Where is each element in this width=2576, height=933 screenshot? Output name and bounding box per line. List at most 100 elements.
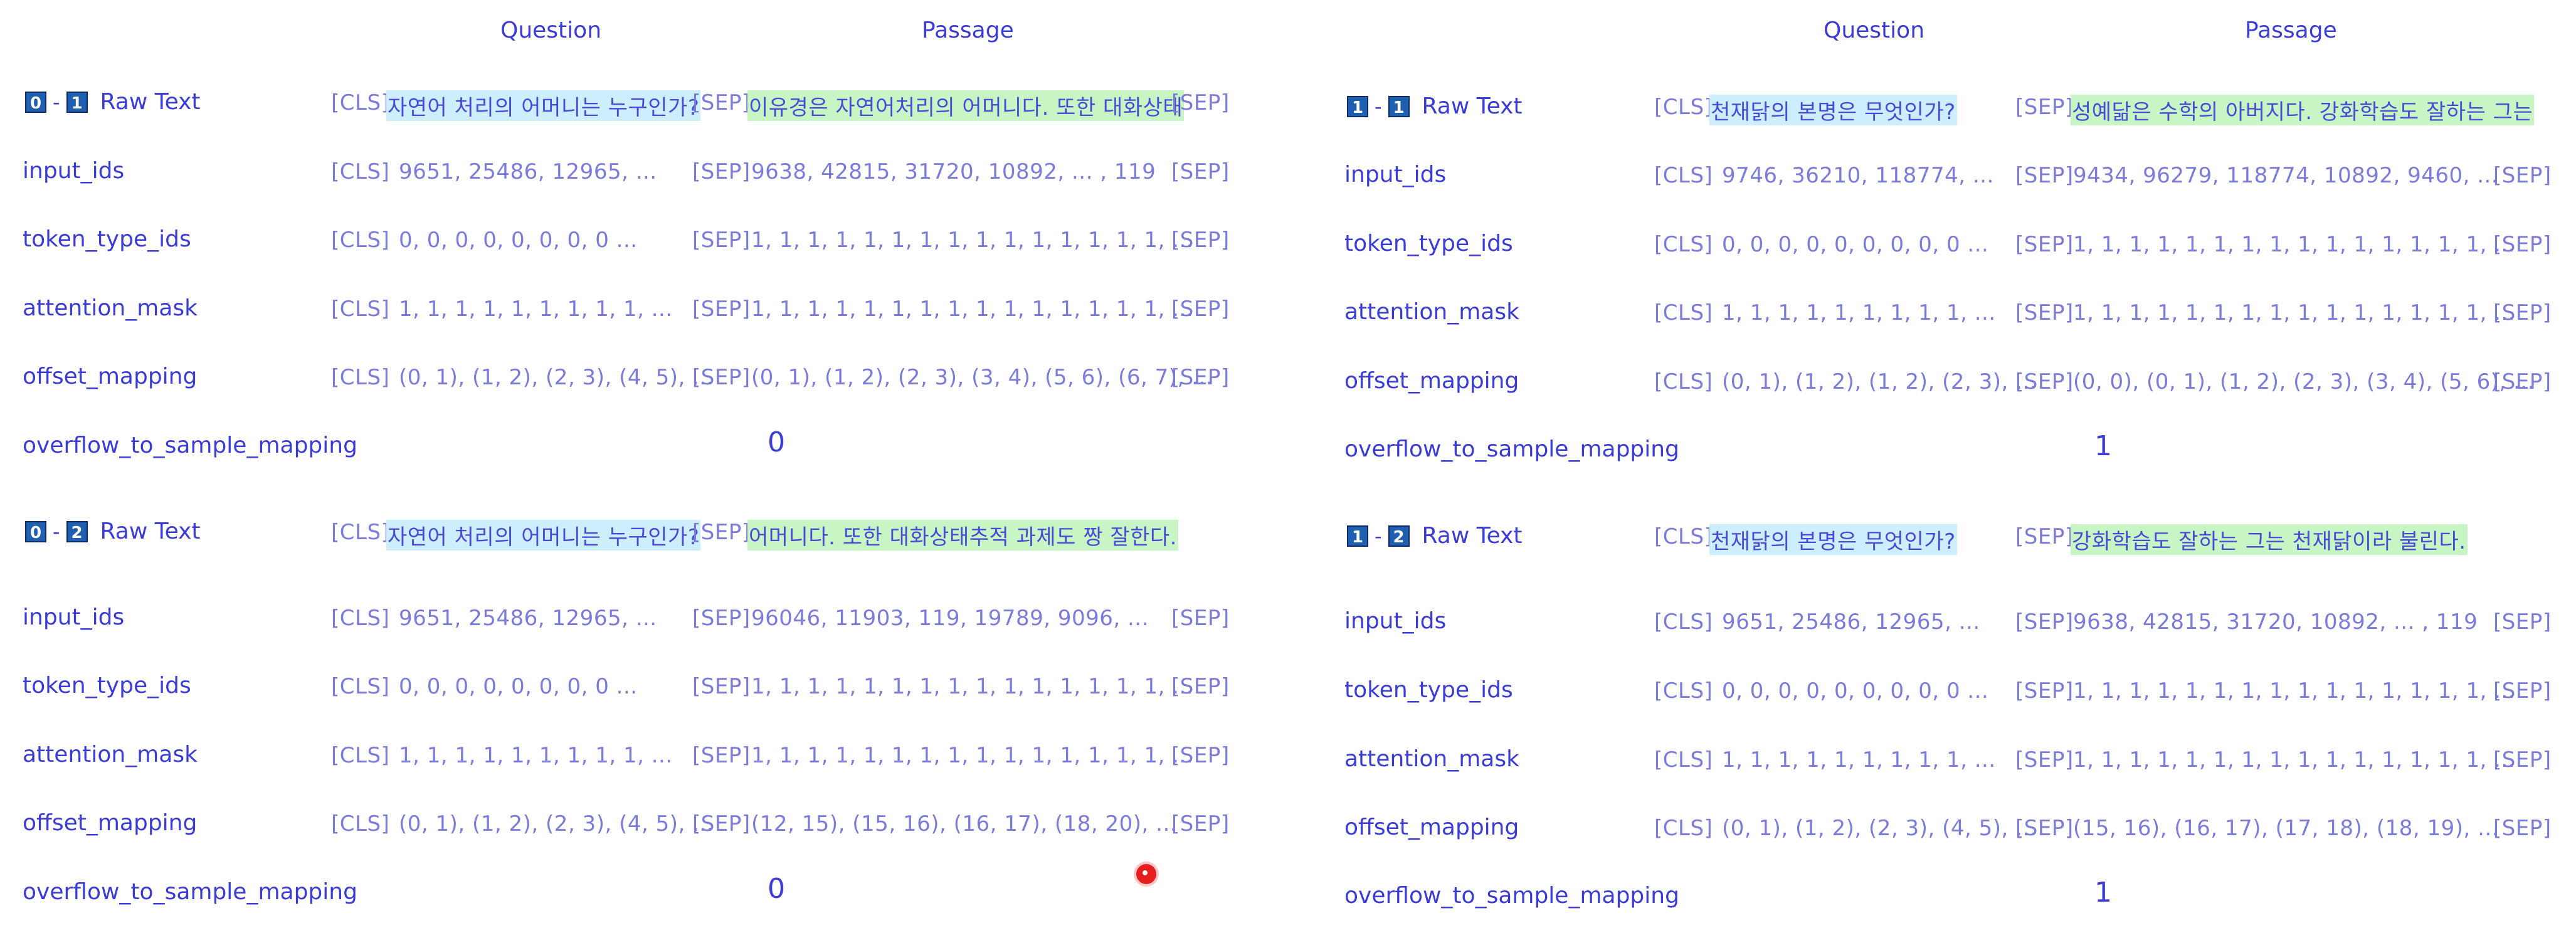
cls-token: [CLS] [1654,369,1713,394]
sep-token: [SEP] [2015,232,2074,257]
sep-token: [SEP] [692,365,751,390]
overflow-value: 0 [768,873,785,905]
offset-mapping-label: offset_mapping [23,364,198,389]
token-type-ids-label: token_type_ids [23,673,191,698]
passage-values: (12, 15), (15, 16), (16, 17), (18, 20), … [751,811,1178,836]
sep-token: [SEP] [2015,524,2074,549]
sep-token: [SEP] [692,520,751,545]
cls-token: [CLS] [1654,609,1713,635]
sep-token-end: [SEP] [1171,159,1230,184]
sep-token-end: [SEP] [1171,365,1230,390]
sep-token-end: [SEP] [1171,228,1230,253]
cls-token: [CLS] [331,297,390,322]
question-values: 1, 1, 1, 1, 1, 1, 1, 1, 1, ... [1722,300,1996,325]
overflow-value: 1 [2094,430,2112,462]
cls-token: [CLS] [331,520,390,545]
example-1-2-offset-mapping-row: offset_mapping [CLS] (0, 1), (1, 2), (2,… [1322,807,2576,851]
mouse-cursor-icon [1136,864,1156,884]
sep-token: [SEP] [2015,95,2074,120]
example-1-1-token-type-ids-row: token_type_ids [CLS] 0, 0, 0, 0, 0, 0, 0… [1322,223,2576,267]
raw-question: 자연어 처리의 어머니는 누구인가? [386,90,701,121]
passage-values: 1, 1, 1, 1, 1, 1, 1, 1, 1, 1, 1, 1, 1, 1… [2073,232,2516,257]
raw-text-title: Raw Text [1422,523,1523,549]
raw-question: 천재닭의 본명은 무엇인가? [1709,95,1957,125]
question-header: Question [500,18,602,43]
sep-token-end: [SEP] [2493,816,2552,841]
passage-values: 1, 1, 1, 1, 1, 1, 1, 1, 1, 1, 1, 1, 1, 1… [2073,678,2516,704]
sep-token: [SEP] [2015,300,2074,325]
question-values: (0, 1), (1, 2), (2, 3), (4, 5), ... [399,811,714,836]
offset-mapping-label: offset_mapping [1344,368,1519,394]
raw-passage: 성예닮은 수학의 아버지다. 강화학습도 잘하는 그는 [2071,95,2535,125]
right-panel: Question Passage 1 - 1 Raw Text [CLS] 천재… [1322,0,2576,933]
cls-token: [CLS] [331,743,390,768]
question-values: 0, 0, 0, 0, 0, 0, 0, 0 ... [399,228,638,253]
example-1-2-input-ids-row: input_ids [CLS] 9651, 25486, 12965, ... … [1322,601,2576,645]
overflow-label: overflow_to_sample_mapping [23,879,357,905]
raw-passage: 강화학습도 잘하는 그는 천재닭이라 불린다. [2071,524,2468,555]
example-1-1-overflow-row: overflow_to_sample_mapping 1 [1322,429,2576,473]
example-1-1-raw-row: 1 - 1 Raw Text [CLS] 천재닭의 본명은 무엇인가? [SEP… [1322,86,2576,130]
example-1-1-offset-mapping-row: offset_mapping [CLS] (0, 1), (1, 2), (1,… [1322,361,2576,404]
passage-header: Passage [2245,18,2337,43]
raw-question: 천재닭의 본명은 무엇인가? [1709,524,1957,555]
cls-token: [CLS] [331,606,390,631]
question-values: (0, 1), (1, 2), (2, 3), (4, 5), ... [399,365,714,390]
sep-token-end: [SEP] [2493,300,2552,325]
raw-text-title: Raw Text [1422,93,1523,119]
passage-values: (15, 16), (16, 17), (17, 18), (18, 19), … [2073,816,2499,841]
example-1-1-attention-mask-row: attention_mask [CLS] 1, 1, 1, 1, 1, 1, 1… [1322,292,2576,335]
question-values: (0, 1), (1, 2), (2, 3), (4, 5), ... [1722,816,2037,841]
sep-token-end: [SEP] [1171,606,1230,631]
question-values: 1, 1, 1, 1, 1, 1, 1, 1, 1, ... [1722,747,1996,772]
sep-token: [SEP] [2015,816,2074,841]
raw-passage: 어머니다. 또한 대화상태추적 과제도 짱 잘한다. [747,520,1178,551]
question-values: 1, 1, 1, 1, 1, 1, 1, 1, 1, ... [399,743,673,768]
input-ids-label: input_ids [23,604,125,630]
passage-values: 1, 1, 1, 1, 1, 1, 1, 1, 1, 1, 1, 1, 1, 1… [751,743,1194,768]
question-values: 0, 0, 0, 0, 0, 0, 0, 0 ... [399,674,638,699]
passage-values: (0, 0), (0, 1), (1, 2), (2, 3), (3, 4), … [2073,369,2535,394]
cls-token: [CLS] [1654,747,1713,772]
cls-token: [CLS] [331,674,390,699]
cls-token: [CLS] [331,159,390,184]
sep-token: [SEP] [692,90,751,115]
example-0-2-token-type-ids-row: token_type_ids [CLS] 0, 0, 0, 0, 0, 0, 0… [0,665,1254,709]
sep-token-end: [SEP] [1171,811,1230,836]
token-type-ids-label: token_type_ids [1344,677,1513,703]
attention-mask-label: attention_mask [1344,746,1519,772]
example-0-1-token-type-ids-row: token_type_ids [CLS] 0, 0, 0, 0, 0, 0, 0… [0,219,1254,263]
sep-token-end: [SEP] [2493,232,2552,257]
passage-values: 9638, 42815, 31720, 10892, ... , 119 [2073,609,2478,635]
example-0-1-attention-mask-row: attention_mask [CLS] 1, 1, 1, 1, 1, 1, 1… [0,288,1254,332]
passage-values: 1, 1, 1, 1, 1, 1, 1, 1, 1, 1, 1, 1, 1, 1… [2073,300,2516,325]
cls-token: [CLS] [331,228,390,253]
question-values: 0, 0, 0, 0, 0, 0, 0, 0, 0 ... [1722,678,1989,704]
raw-question: 자연어 처리의 어머니는 누구인가? [386,520,701,551]
badge-dash: - [1375,94,1382,119]
overflow-label: overflow_to_sample_mapping [1344,436,1679,462]
chunk-index-badge: 1 [66,91,88,113]
raw-text-label: 0 - 2 Raw Text [25,519,201,544]
question-values: 9651, 25486, 12965, ... [399,159,657,184]
raw-text-label: 0 - 1 Raw Text [25,89,201,115]
input-ids-label: input_ids [23,158,125,184]
question-values: (0, 1), (1, 2), (1, 2), (2, 3), ... [1722,369,2037,394]
example-0-1-raw-row: 0 - 1 Raw Text [CLS] 자연어 처리의 어머니는 누구인가? … [0,82,1254,125]
badge-dash: - [53,90,60,114]
question-header: Question [1824,18,1925,43]
sep-token-end: [SEP] [2493,369,2552,394]
sep-token: [SEP] [2015,609,2074,635]
cls-token: [CLS] [1654,300,1713,325]
left-panel: Question Passage 0 - 1 Raw Text [CLS] 자연… [0,0,1254,933]
question-values: 9746, 36210, 118774, ... [1722,163,1994,188]
overflow-label: overflow_to_sample_mapping [1344,883,1679,909]
sep-token: [SEP] [692,811,751,836]
example-1-2-overflow-row: overflow_to_sample_mapping 1 [1322,875,2576,919]
sep-token-end: [SEP] [1171,743,1230,768]
example-0-1-input-ids-row: input_ids [CLS] 9651, 25486, 12965, ... … [0,150,1254,194]
offset-mapping-label: offset_mapping [23,810,198,836]
badge-dash: - [1375,524,1382,548]
attention-mask-label: attention_mask [1344,299,1519,325]
cls-token: [CLS] [1654,232,1713,257]
